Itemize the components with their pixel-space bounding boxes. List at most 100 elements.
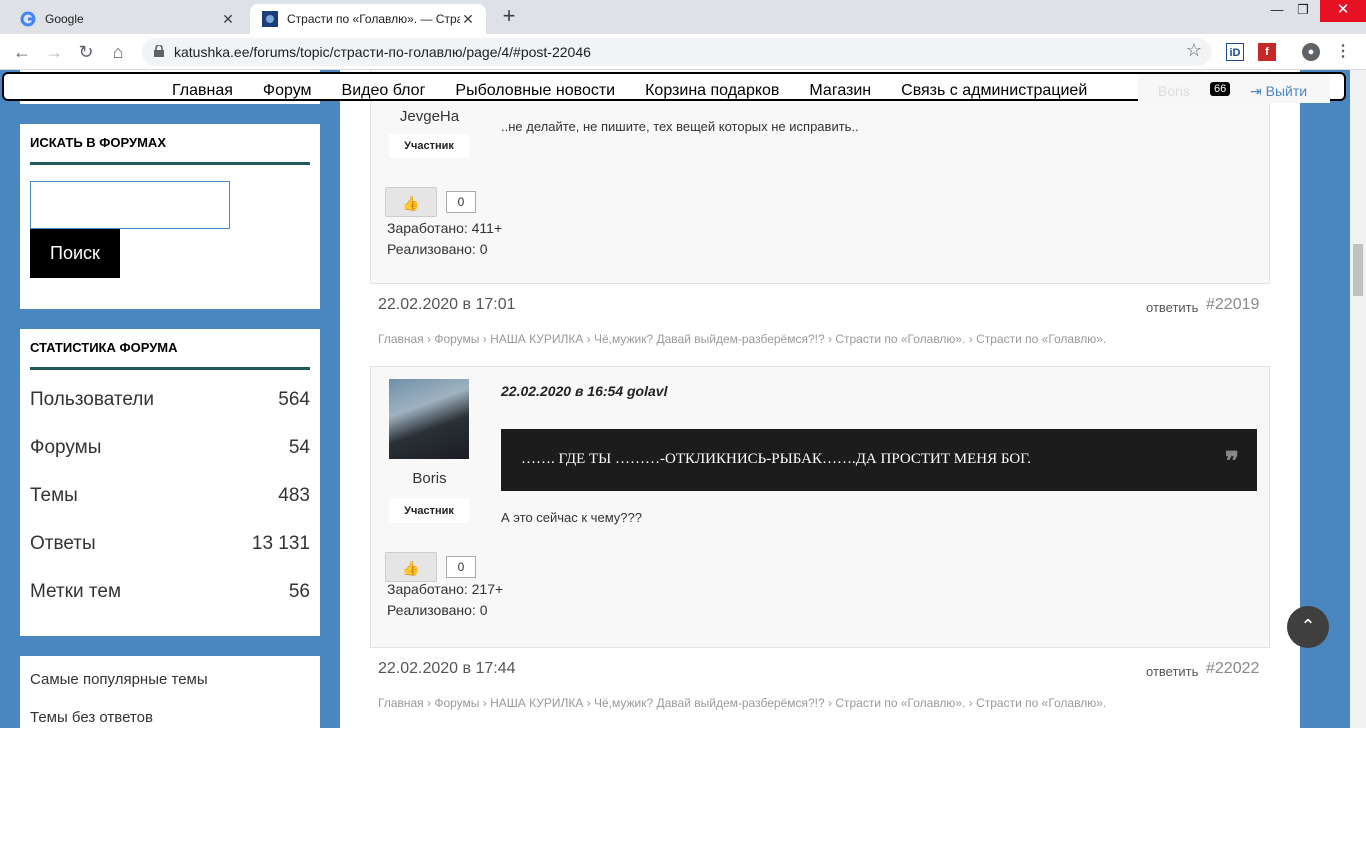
scroll-to-top-button[interactable]: ⌃ [1287,606,1329,648]
tab-title: Страсти по «Голавлю». — Страс [287,12,460,26]
quote-text: ……. ГДЕ ТЫ ………-ОТКЛИКНИСЬ-РЫБАК…….ДА ПРО… [521,451,1031,467]
nav-link-forum[interactable]: Форум [263,82,312,100]
stat-replies: Ответы 13 131 [30,533,310,555]
stat-label: Форумы [30,437,102,458]
forum-search-input[interactable] [30,181,230,229]
nav-link-fishing-news[interactable]: Рыболовные новости [455,82,615,100]
browser-toolbar: ← → ↻ ⌂ katushka.ee/forums/topic/страсти… [0,34,1366,70]
earned-text: Заработано: 217+ [387,581,504,597]
stat-value: 13 131 [251,533,310,554]
reply-link[interactable]: ответить [1146,664,1198,679]
page-scrollbar[interactable] [1350,70,1366,728]
like-count: 0 [446,191,476,213]
browser-tab-strip: Google ✕ Страсти по «Голавлю». — Страс ✕… [0,0,1366,34]
home-icon[interactable]: ⌂ [106,40,130,64]
thumbs-up-icon: 👍 [402,560,420,576]
search-widget-title: ИСКАТЬ В ФОРУМАХ [30,135,166,150]
author-role: Участник [389,499,469,523]
logout-label: Выйти [1265,83,1308,99]
close-window-icon[interactable]: ✕ [1320,0,1366,22]
nav-link-home[interactable]: Главная [172,82,233,100]
forum-content: JevgeHa Участник ..не делайте, не пишите… [340,70,1300,728]
like-button[interactable]: 👍 [385,187,437,217]
scrollbar-thumb[interactable] [1353,244,1363,296]
avatar[interactable] [389,379,469,459]
nav-link-contact-admin[interactable]: Связь с администрацией [901,82,1087,100]
breadcrumb[interactable]: Главная › Форумы › НАША КУРИЛКА › Чё,муж… [378,696,1106,710]
user-box: Boris 66 ⇥ Выйти [1138,74,1330,103]
nav-link-gift-cart[interactable]: Корзина подарков [645,82,779,100]
logout-link[interactable]: ⇥ Выйти [1250,83,1307,100]
forum-post: Boris Участник 22.02.2020 в 16:54 golavl… [370,367,1270,647]
forum-post: JevgeHa Участник ..не делайте, не пишите… [370,70,1270,283]
post-author[interactable]: JevgeHa [371,108,488,125]
menu-dots-icon[interactable]: ⋮ [1334,43,1352,61]
thumbs-up-icon: 👍 [402,195,420,211]
post-number-link[interactable]: #22022 [1206,660,1259,678]
chevron-up-icon: ⌃ [1300,616,1316,636]
nav-link-shop[interactable]: Магазин [809,82,871,100]
stat-value: 54 [288,437,310,458]
id-extension-icon[interactable]: iD [1226,43,1244,61]
stat-label: Метки тем [30,581,122,602]
site-favicon-icon [262,11,278,27]
forward-icon[interactable]: → [42,40,66,64]
post-number-link[interactable]: #22019 [1206,296,1259,314]
stat-tags: Метки тем 56 [30,581,310,603]
divider [30,367,310,370]
close-tab-icon[interactable]: ✕ [220,11,236,27]
quote-block: ……. ГДЕ ТЫ ………-ОТКЛИКНИСЬ-РЫБАК…….ДА ПРО… [501,429,1257,491]
post-date: 22.02.2020 в 17:01 [378,296,516,313]
popular-topics-link[interactable]: Самые популярные темы [30,671,208,688]
stat-value: 56 [288,581,310,602]
post-header: 22.02.2020 в 17:01 ответить #22019 Главн… [370,283,1270,367]
quote-meta: 22.02.2020 в 16:54 golavl [501,383,668,399]
post-text: ..не делайте, не пишите, тех вещей котор… [501,119,859,134]
stat-forums: Форумы 54 [30,437,310,459]
like-button[interactable]: 👍 [385,552,437,582]
address-bar[interactable]: katushka.ee/forums/topic/страсти-по-гола… [142,38,1212,66]
profile-icon[interactable]: ● [1302,43,1320,61]
like-count: 0 [446,556,476,578]
breadcrumb[interactable]: Главная › Форумы › НАША КУРИЛКА › Чё,муж… [378,332,1106,346]
site-navigation: Главная Форум Видео блог Рыболовные ново… [2,72,1346,103]
google-icon [20,11,36,27]
divider [30,162,310,165]
url-text: katushka.ee/forums/topic/страсти-по-гола… [174,44,591,60]
page-viewport: Главная Форум Видео блог Рыболовные ново… [0,70,1350,728]
tab-forum[interactable]: Страсти по «Голавлю». — Страс ✕ [250,4,486,34]
close-tab-icon[interactable]: ✕ [460,11,476,27]
stat-topics: Темы 483 [30,485,310,507]
quote-icon: ❞ [1225,447,1239,476]
unanswered-topics-link[interactable]: Темы без ответов [30,709,153,726]
blank-area [0,728,1366,853]
nav-links: Главная Форум Видео блог Рыболовные ново… [172,82,1117,100]
search-button[interactable]: Поиск [30,229,120,278]
post-author[interactable]: Boris [371,470,488,487]
author-role: Участник [389,134,469,158]
stat-label: Темы [30,485,78,506]
stat-users: Пользователи 564 [30,389,310,411]
flash-extension-icon[interactable]: f [1258,43,1276,61]
reload-icon[interactable]: ↻ [74,40,98,64]
new-tab-button[interactable]: + [498,5,520,28]
stat-value: 483 [278,485,310,506]
user-name[interactable]: Boris [1158,83,1190,99]
logout-icon: ⇥ [1250,83,1266,99]
reply-link[interactable]: ответить [1146,300,1198,315]
stat-value: 564 [278,389,310,410]
stats-widget-title: СТАТИСТИКА ФОРУМА [30,340,178,355]
back-icon[interactable]: ← [10,40,34,64]
bookmark-star-icon[interactable]: ☆ [1186,40,1202,61]
realized-text: Реализовано: 0 [387,241,488,257]
maximize-icon[interactable]: ❐ [1288,2,1318,18]
search-widget: ИСКАТЬ В ФОРУМАХ Поиск [20,124,320,309]
post-text: А это сейчас к чему??? [501,510,642,525]
tab-google[interactable]: Google ✕ [8,4,246,34]
stat-label: Ответы [30,533,96,554]
realized-text: Реализовано: 0 [387,602,488,618]
post-date: 22.02.2020 в 17:44 [378,660,516,677]
nav-link-video-blog[interactable]: Видео блог [342,82,426,100]
lock-icon [154,45,164,57]
topic-links-widget: Самые популярные темы Темы без ответов [20,656,320,728]
